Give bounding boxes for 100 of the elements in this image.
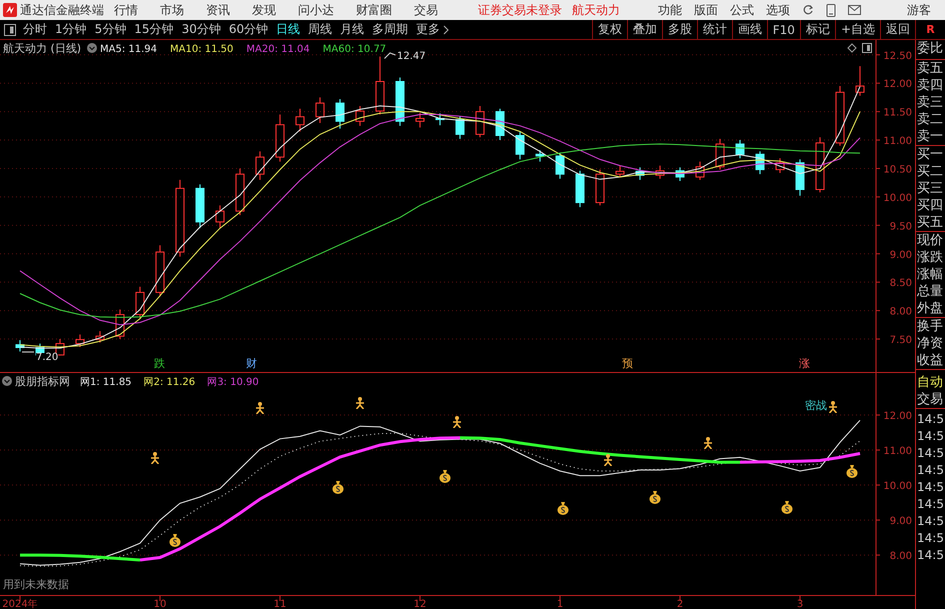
period-tab[interactable]: 30分钟 <box>180 21 222 38</box>
auto-trade-tab[interactable]: 自动 <box>916 374 945 391</box>
period-tab[interactable]: 分时 <box>22 21 48 38</box>
trade-label: 交易 <box>916 391 944 408</box>
toolbar-button[interactable]: 叠加 <box>626 20 662 39</box>
corner-label: R <box>926 23 935 36</box>
quote-label: 卖四 <box>916 77 944 94</box>
menu-item[interactable]: 公式 <box>730 2 754 18</box>
toolbar-button[interactable]: 统计 <box>696 20 732 39</box>
axis-label: 11.00 <box>883 446 912 458</box>
quote-label: 买三 <box>916 180 944 197</box>
axis-label: 12.50 <box>883 50 912 62</box>
menu-item[interactable]: 选项 <box>766 2 790 18</box>
trade-time: 14:5 <box>916 513 945 530</box>
period-tab[interactable]: 月线 <box>339 21 366 38</box>
chevron-right-icon[interactable] <box>443 24 450 34</box>
axis-label: 10.50 <box>883 164 912 176</box>
app-logo-icon[interactable] <box>3 3 17 17</box>
menu-item[interactable]: 市场 <box>160 2 184 18</box>
quote-label: 收益 <box>916 352 944 369</box>
toolbar-button[interactable]: F10 <box>766 20 800 39</box>
period-tab[interactable]: 周线 <box>307 21 334 38</box>
quote-label: 买二 <box>916 163 944 180</box>
quote-label: 卖二 <box>916 111 944 128</box>
signal-label: 跌 <box>154 358 165 369</box>
quote-label: 委比 <box>916 40 944 57</box>
menu-item[interactable]: 版面 <box>694 2 718 18</box>
axis-label: 7.50 <box>890 335 912 346</box>
axis-label: 11.00 <box>883 136 912 148</box>
legend-value: MA20: 11.04 <box>246 44 310 55</box>
legend-value: 网3: 10.90 <box>207 377 259 388</box>
mail-icon[interactable] <box>848 5 861 15</box>
low-price-label: 7.20 <box>36 353 58 363</box>
menu-item[interactable]: 行情 <box>114 2 138 18</box>
money-bag-icon <box>557 501 569 515</box>
date-axis-label: 2 <box>676 599 684 609</box>
menu-item[interactable]: 财富圈 <box>356 2 392 18</box>
period-tab[interactable]: 日线 <box>275 21 302 38</box>
period-tab[interactable]: 60分钟 <box>228 21 270 38</box>
person-icon <box>703 437 713 449</box>
diamond-icon[interactable] <box>847 43 857 53</box>
period-tab[interactable]: 多周期 <box>371 21 410 38</box>
quote-label: 卖三 <box>916 94 944 111</box>
menu-item[interactable]: 交易 <box>414 2 438 18</box>
refresh-icon[interactable] <box>802 4 814 16</box>
axis-label: 8.50 <box>890 278 912 290</box>
period-tab[interactable]: 更多 <box>415 21 450 38</box>
money-bag-icon <box>781 500 793 514</box>
period-tab[interactable]: 5分钟 <box>94 21 128 38</box>
user-name[interactable]: 游客 <box>907 2 931 18</box>
date-axis-label: 11 <box>274 599 286 609</box>
toolbar-button[interactable]: 多股 <box>662 20 697 39</box>
menu-item[interactable]: 资讯 <box>206 2 230 18</box>
legend-value: MA10: 11.50 <box>170 44 234 55</box>
money-bag-icon <box>846 464 858 478</box>
axis-label: 12.00 <box>883 411 912 422</box>
person-icon <box>452 416 462 428</box>
menu-item[interactable]: 功能 <box>658 2 682 18</box>
person-icon <box>255 402 265 414</box>
phone-icon[interactable] <box>826 4 836 16</box>
legend-value: MA60: 10.77 <box>322 44 386 55</box>
candlestick <box>816 136 824 193</box>
trade-time: 14:5 <box>916 445 945 462</box>
panel-toggle-icon[interactable] <box>4 24 16 36</box>
leader-line <box>384 52 396 59</box>
trade-time: 14:5 <box>916 496 945 513</box>
date-axis-label: 12 <box>414 599 426 609</box>
person-icon <box>150 452 160 464</box>
person-icon <box>828 401 838 413</box>
toolbar-button[interactable]: 标记 <box>800 20 835 39</box>
quote-label: 买四 <box>916 197 944 214</box>
money-bag-icon <box>439 469 451 483</box>
date-axis-label: 2024年 <box>2 599 38 609</box>
quote-label: 净资 <box>916 335 944 352</box>
trade-time: 14:5 <box>916 547 945 564</box>
quote-label: 换手 <box>916 318 944 335</box>
menu-item[interactable]: 发现 <box>252 2 276 18</box>
person-icon <box>603 454 613 466</box>
legend-value: MA5: 11.94 <box>100 44 158 55</box>
login-status[interactable]: 证券交易未登录 <box>478 2 562 18</box>
money-bag-icon <box>169 533 181 547</box>
axis-label: 8.00 <box>890 306 912 318</box>
money-bag-icon <box>332 480 344 494</box>
axis-label: 9.00 <box>890 516 912 528</box>
quote-label: 卖一 <box>916 128 944 145</box>
axis-label: 12.00 <box>883 79 912 90</box>
dropdown-icon[interactable] <box>2 376 12 386</box>
menu-item[interactable]: 问小达 <box>298 2 334 18</box>
signal-label: 预 <box>622 358 633 369</box>
trade-time: 14:5 <box>916 530 945 547</box>
toolbar-button[interactable]: 复权 <box>592 20 627 39</box>
person-icon <box>355 397 365 409</box>
panel-toggle-icon[interactable] <box>862 43 872 53</box>
period-tab[interactable]: 1分钟 <box>54 21 88 38</box>
period-tab[interactable]: 15分钟 <box>133 21 175 38</box>
toolbar-button[interactable]: +自选 <box>834 20 880 39</box>
toolbar-button[interactable]: 画线 <box>732 20 767 39</box>
axis-label: 11.50 <box>883 108 912 119</box>
dropdown-icon[interactable] <box>87 43 97 53</box>
quote-label: 买一 <box>916 146 944 163</box>
